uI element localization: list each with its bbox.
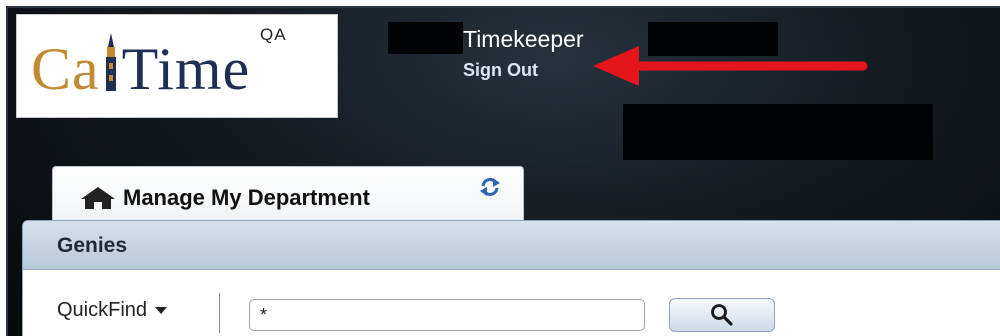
annotation-arrow-icon [593,46,868,86]
app-header-background: Ca Time QA Timekeeper Sign Out Manage My… [6,6,1000,336]
logo-wordmark-part1: Ca [31,36,100,102]
sign-out-link[interactable]: Sign Out [463,60,538,81]
chevron-down-icon [155,307,168,314]
quickfind-label: QuickFind [57,299,148,321]
search-icon [711,304,733,326]
caltime-logo: Ca Time QA [16,14,338,118]
redacted-block [623,104,933,160]
quickfind-search-input[interactable] [249,299,645,331]
refresh-icon[interactable] [479,177,501,197]
redacted-block [388,22,463,54]
genies-panel: Genies QuickFind [22,220,1000,336]
logo-wordmark: Ca Time [31,33,250,101]
logo-wordmark-part2: Time [121,36,251,102]
quickfind-dropdown[interactable]: QuickFind [57,299,168,322]
tab-label: Manage My Department [123,185,370,210]
home-icon [81,187,115,209]
clock-tower-icon [105,33,116,91]
environment-tag: QA [260,25,287,44]
panel-header: Genies [23,221,1000,270]
user-role-label: Timekeeper [463,26,584,52]
search-button[interactable] [669,298,775,332]
panel-title: Genies [57,234,128,257]
divider [219,293,220,333]
